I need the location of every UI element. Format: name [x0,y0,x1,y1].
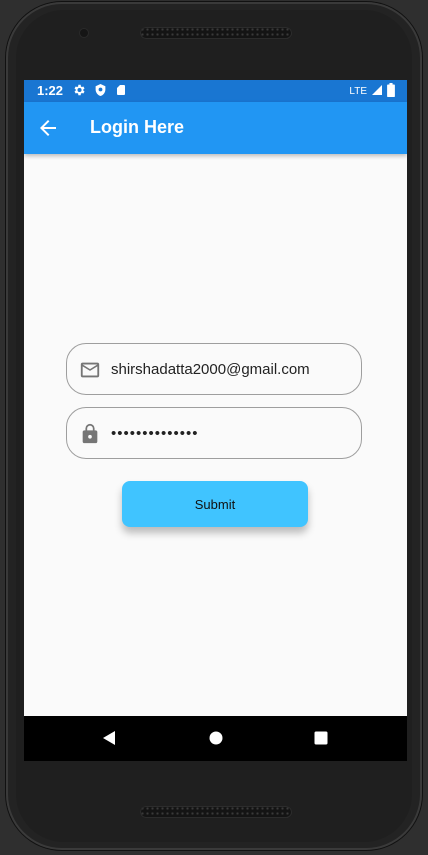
status-system-icons: LTE [349,83,395,100]
top-speaker [140,27,292,39]
battery-icon [387,83,395,100]
email-field[interactable] [66,343,362,395]
status-notification-icons [72,82,127,98]
front-camera [80,29,88,37]
bottom-speaker [140,806,292,818]
back-button[interactable] [36,116,60,140]
arrow-back-icon [40,120,56,136]
device-screen: 1:22 LTE Login Here shirshadatta2000@gma… [24,80,407,761]
navigation-bar [24,716,407,761]
nav-recents-icon[interactable] [313,730,329,746]
page-title: Login Here [90,117,185,137]
signal-icon [371,84,383,99]
gear-icon [72,82,86,98]
password-input[interactable] [111,421,351,445]
nav-back-icon[interactable] [101,730,117,746]
status-bar: 1:22 LTE [24,80,407,102]
password-field[interactable] [66,407,362,459]
lock-icon [79,423,101,445]
status-time: 1:22 [37,83,64,98]
network-type: LTE [349,86,367,97]
email-input[interactable] [111,357,351,381]
sd-card-icon [115,82,127,98]
login-form: Submit [24,154,407,716]
mail-icon [79,359,101,381]
shield-icon [94,82,107,98]
app-bar: Login Here [24,102,407,154]
nav-home-icon[interactable] [208,730,224,746]
submit-button[interactable]: Submit [122,481,308,527]
